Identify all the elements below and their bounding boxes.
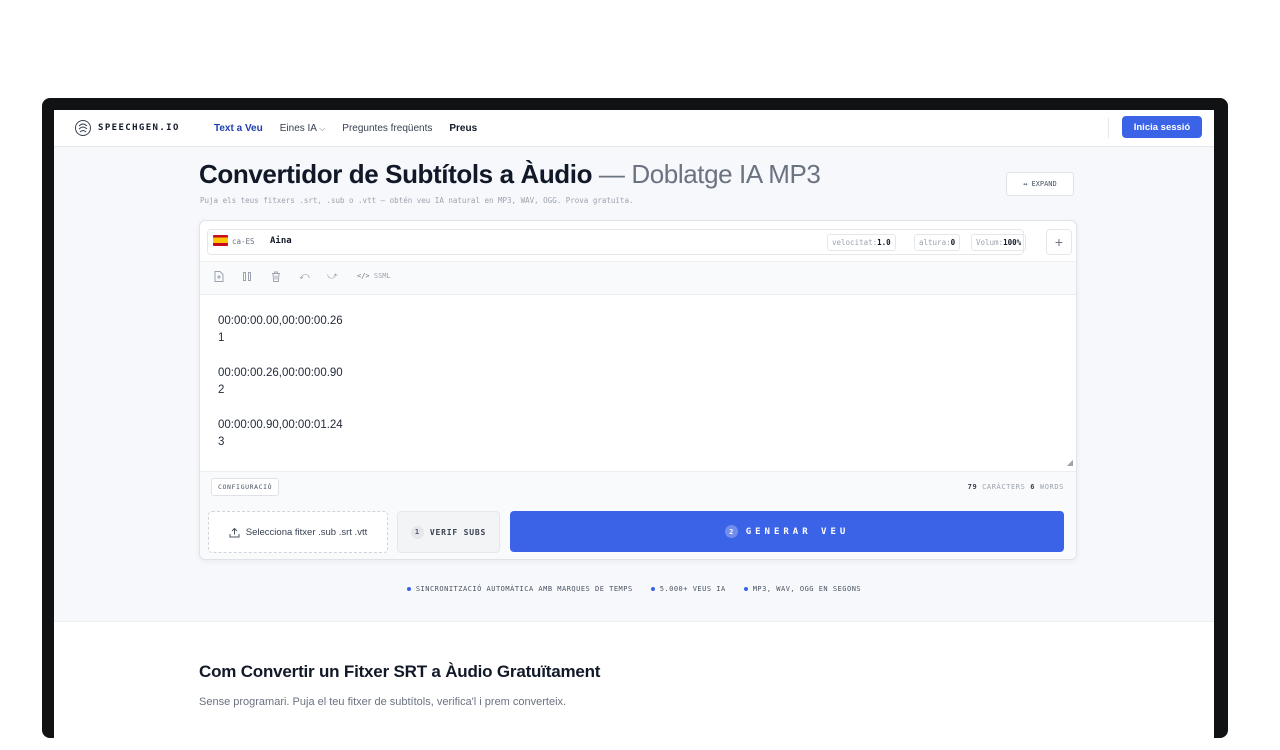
nav-link-text-to-speech[interactable]: Text a Veu — [214, 123, 263, 134]
logo[interactable]: SPEECHGEN.IO — [74, 119, 180, 137]
expand-label: EXPAND — [1031, 180, 1057, 188]
nav-link-ai-tools[interactable]: Eines IA ⌵ — [280, 123, 326, 134]
page-title-sub: — Doblatge IA MP3 — [592, 159, 821, 189]
word-count: 6 — [1030, 483, 1036, 491]
char-counter: 79 CARÀCTERS 6 WORDS — [968, 483, 1064, 491]
device-frame: SPEECHGEN.IO Text a Veu Eines IA ⌵ Pregu… — [42, 98, 1228, 750]
page-subtitle: Puja els teus fitxers .srt, .sub o .vtt … — [200, 196, 634, 205]
voice-bar: ca-ES Aina velocitat: 1.0 altura: 0 Volum:… — [200, 221, 1076, 262]
feature-list: SINCRONITZACIÓ AUTOMÀTICA AMB MARQUES DE… — [54, 585, 1214, 593]
volume-value: 100% — [1003, 238, 1022, 247]
subtitle-textarea[interactable]: 00:00:00.00,00:00:00.26 1 00:00:00.26,00… — [200, 295, 1076, 470]
settings-button[interactable]: CONFIGURACIÓ — [211, 478, 280, 496]
speed-value: 1.0 — [877, 238, 891, 247]
bullet-dot-icon — [406, 587, 411, 591]
plus-icon: + — [1054, 234, 1064, 250]
generate-voice-button[interactable]: 2 GENERAR VEU — [510, 511, 1064, 552]
bullet-dot-icon — [650, 587, 655, 591]
nav-divider — [1108, 118, 1109, 138]
pitch-control[interactable]: altura: 0 — [914, 234, 961, 251]
ssml-button[interactable]: </> SSML — [357, 272, 391, 280]
speed-label: velocitat: — [832, 238, 878, 247]
volume-control[interactable]: Volum: 100% — [971, 234, 1027, 251]
login-button[interactable]: Inicia sessió — [1122, 116, 1202, 138]
voice-selector[interactable]: ca-ES Aina velocitat: 1.0 altura: 0 Volum:… — [207, 229, 1027, 255]
editor-toolbar: ⤺ ⤻ </> SSML — [200, 262, 1076, 295]
add-file-icon[interactable] — [214, 271, 224, 285]
volume-label: Volum: — [976, 238, 1004, 247]
text-line: 00:00:00.90,00:00:01.24 — [218, 419, 343, 431]
word-label: WORDS — [1039, 483, 1064, 491]
expand-arrows-icon: ↔ — [1023, 180, 1028, 188]
undo-icon[interactable]: ⤺ — [299, 271, 310, 282]
feature-text: 5.000+ VEUS IA — [659, 585, 726, 593]
redo-icon[interactable]: ⤻ — [327, 271, 338, 282]
feature-text: MP3, WAV, OGG EN SEGONS — [752, 585, 862, 593]
add-voice-button[interactable]: + — [1046, 229, 1072, 255]
text-line: 00:00:00.00,00:00:00.26 — [218, 315, 343, 327]
text-line: 1 — [218, 332, 225, 344]
editor-status-bar: CONFIGURACIÓ 79 CARÀCTERS 6 WORDS — [200, 471, 1076, 504]
speed-control[interactable]: velocitat: 1.0 — [827, 234, 896, 251]
pitch-label: altura: — [919, 238, 951, 247]
feature-item: 5.000+ VEUS IA — [650, 585, 726, 593]
expand-button[interactable]: ↔ EXPAND — [1006, 172, 1074, 196]
text-line: 00:00:00.26,00:00:00.90 — [218, 367, 343, 379]
char-label: CARÀCTERS — [982, 483, 1026, 491]
voice-name: Aina — [270, 236, 292, 246]
upload-icon — [229, 527, 240, 537]
editor-card: ca-ES Aina velocitat: 1.0 altura: 0 Volum:… — [199, 220, 1077, 560]
hero-section: Convertidor de Subtítols a Àudio — Dobla… — [54, 147, 1214, 622]
feature-item: SINCRONITZACIÓ AUTOMÀTICA AMB MARQUES DE… — [406, 585, 633, 593]
nav-link-ai-tools-label: Eines IA — [279, 122, 317, 134]
speech-head-icon — [75, 120, 91, 136]
generate-voice-label: GENERAR VEU — [745, 526, 850, 537]
step-badge: 2 — [724, 525, 738, 538]
bullet-dot-icon — [743, 587, 748, 591]
action-bar: Selecciona fitxer .sub .srt .vtt 1 VERIF… — [200, 503, 1076, 559]
browser-screen: SPEECHGEN.IO Text a Veu Eines IA ⌵ Pregu… — [54, 110, 1214, 750]
verify-subs-label: VERIF SUBS — [429, 527, 487, 537]
trash-icon[interactable] — [271, 271, 281, 285]
nav-links: Text a Veu Eines IA ⌵ Preguntes freqüent… — [214, 110, 477, 146]
voice-language: ca-ES — [232, 237, 255, 246]
pause-icon[interactable] — [242, 271, 252, 285]
resize-handle-icon[interactable]: ◢ — [1067, 458, 1073, 467]
nav-link-pricing[interactable]: Preus — [449, 123, 477, 134]
ssml-label: SSML — [373, 272, 391, 280]
spain-flag-icon — [213, 235, 228, 246]
select-file-label: Selecciona fitxer .sub .srt .vtt — [245, 526, 368, 538]
chevron-down-icon: ⌵ — [319, 123, 326, 133]
step-badge: 1 — [410, 525, 424, 539]
pitch-value: 0 — [950, 238, 956, 247]
top-nav: SPEECHGEN.IO Text a Veu Eines IA ⌵ Pregu… — [54, 110, 1214, 147]
page-title: Convertidor de Subtítols a Àudio — Dobla… — [199, 159, 821, 190]
page-title-main: Convertidor de Subtítols a Àudio — [199, 159, 593, 189]
select-file-button[interactable]: Selecciona fitxer .sub .srt .vtt — [208, 511, 388, 553]
nav-link-faq[interactable]: Preguntes freqüents — [342, 123, 432, 134]
section-title: Com Convertir un Fitxer SRT a Àudio Grat… — [199, 662, 601, 681]
text-line: 3 — [218, 436, 225, 448]
verify-subs-button[interactable]: 1 VERIF SUBS — [397, 511, 500, 553]
feature-item: MP3, WAV, OGG EN SEGONS — [743, 585, 862, 593]
text-line: 2 — [218, 384, 225, 396]
code-icon: </> — [357, 272, 370, 280]
char-count: 79 — [967, 483, 978, 491]
section-text: Sense programari. Puja el teu fitxer de … — [199, 696, 567, 708]
logo-text: SPEECHGEN.IO — [98, 123, 180, 133]
feature-text: SINCRONITZACIÓ AUTOMÀTICA AMB MARQUES DE… — [415, 585, 633, 593]
